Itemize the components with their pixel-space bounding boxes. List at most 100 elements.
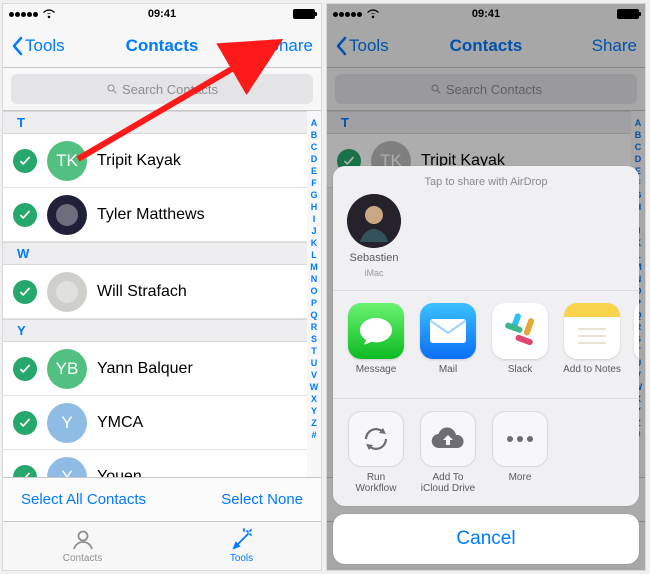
action-label: Run Workflow <box>356 472 397 494</box>
tab-label: Tools <box>230 553 253 564</box>
status-time: 09:41 <box>148 8 176 20</box>
index-letter[interactable]: H <box>311 201 318 213</box>
airdrop-target[interactable]: Sebastien iMac <box>347 194 401 278</box>
section-header-y: Y <box>3 319 307 342</box>
slack-icon <box>492 303 548 359</box>
avatar: Y <box>47 403 87 443</box>
index-letter[interactable]: C <box>311 141 318 153</box>
contact-name: Tripit Kayak <box>97 152 297 170</box>
cloud-upload-icon <box>420 411 476 467</box>
contact-name: Tyler Matthews <box>97 206 297 224</box>
check-icon[interactable] <box>13 280 37 304</box>
index-letter[interactable]: V <box>311 369 317 381</box>
index-letter[interactable]: K <box>311 237 318 249</box>
contact-row[interactable]: Tyler Matthews <box>3 188 307 242</box>
contact-name: YMCA <box>97 414 297 432</box>
index-letter[interactable]: U <box>311 357 318 369</box>
app-label: Add to Notes <box>563 364 621 375</box>
index-letter[interactable]: J <box>311 225 316 237</box>
status-bar: 09:41 <box>3 4 321 24</box>
section-header-t: T <box>3 111 307 134</box>
index-letter[interactable]: Z <box>311 417 317 429</box>
index-letter[interactable]: M <box>310 261 318 273</box>
more-icon <box>492 411 548 467</box>
index-letter[interactable]: F <box>311 177 317 189</box>
airdrop-device: iMac <box>364 268 383 278</box>
action-run-workflow[interactable]: Run Workflow <box>345 411 407 494</box>
action-icloud-drive[interactable]: Add To iCloud Drive <box>417 411 479 494</box>
index-letter[interactable]: G <box>310 189 317 201</box>
index-letter[interactable]: S <box>311 333 317 345</box>
index-letter[interactable]: R <box>311 321 318 333</box>
tab-tools[interactable]: Tools <box>162 522 321 570</box>
avatar: Y <box>47 457 87 478</box>
avatar <box>47 195 87 235</box>
index-letter[interactable]: Q <box>310 309 317 321</box>
share-app-message[interactable]: Message <box>345 303 407 386</box>
share-app-mail[interactable]: Mail <box>417 303 479 386</box>
index-letter[interactable]: B <box>311 129 318 141</box>
index-letter[interactable]: # <box>311 429 316 441</box>
share-app-slack[interactable]: Slack <box>489 303 551 386</box>
avatar <box>47 272 87 312</box>
check-icon[interactable] <box>13 357 37 381</box>
search-icon <box>106 83 118 95</box>
check-icon[interactable] <box>13 203 37 227</box>
index-letter[interactable]: O <box>310 285 317 297</box>
contacts-list[interactable]: T TK Tripit Kayak Tyler Matthews W Will … <box>3 111 307 477</box>
select-all-button[interactable]: Select All Contacts <box>21 491 146 508</box>
check-icon[interactable] <box>13 411 37 435</box>
action-more[interactable]: More <box>489 411 551 494</box>
index-letter[interactable]: L <box>311 249 317 261</box>
check-icon[interactable] <box>13 149 37 173</box>
search-container: Search Contacts <box>3 68 321 111</box>
section-header-w: W <box>3 242 307 265</box>
index-letter[interactable]: W <box>310 381 319 393</box>
share-label: Share <box>268 36 313 56</box>
contact-row[interactable]: YB Yann Balquer <box>3 342 307 396</box>
share-button[interactable]: Share <box>268 36 313 56</box>
index-letter[interactable]: D <box>311 153 318 165</box>
share-app-inbox-partial[interactable]: InD <box>633 303 639 386</box>
cancel-button[interactable]: Cancel <box>333 514 639 564</box>
contacts-icon <box>70 528 96 552</box>
contact-row[interactable]: Y YMCA <box>3 396 307 450</box>
contact-row[interactable]: Y Youen <box>3 450 307 477</box>
contact-row[interactable]: Will Strafach <box>3 265 307 319</box>
share-app-notes[interactable]: Add to Notes <box>561 303 623 386</box>
share-apps-row[interactable]: Message Mail <box>333 290 639 398</box>
back-label: Tools <box>25 36 65 56</box>
app-label: Message <box>356 364 397 375</box>
nav-title: Contacts <box>126 36 199 56</box>
airdrop-name: Sebastien <box>350 252 399 264</box>
message-icon <box>348 303 404 359</box>
index-letter[interactable]: T <box>311 345 317 357</box>
refresh-icon <box>348 411 404 467</box>
airdrop-title: Tap to share with AirDrop <box>333 166 639 194</box>
tab-contacts[interactable]: Contacts <box>3 522 162 570</box>
nav-bar: Tools Contacts Share <box>3 24 321 68</box>
tab-bar: Contacts Tools <box>3 521 321 570</box>
right-screenshot: 09:41 Tools Contacts Share Search Contac… <box>326 3 646 571</box>
index-letter[interactable]: Y <box>311 405 317 417</box>
wifi-icon <box>42 9 56 19</box>
index-letter[interactable]: A <box>311 117 318 129</box>
index-letter[interactable]: X <box>311 393 317 405</box>
app-label: Mail <box>439 364 457 375</box>
index-letter[interactable]: N <box>311 273 318 285</box>
mail-icon <box>420 303 476 359</box>
index-letter[interactable]: P <box>311 297 317 309</box>
index-letter[interactable]: E <box>311 165 317 177</box>
alpha-index[interactable]: ABCDEFGHIJKLMNOPQRSTUVWXYZ# <box>307 111 321 477</box>
search-input[interactable]: Search Contacts <box>11 74 313 104</box>
contact-row[interactable]: TK Tripit Kayak <box>3 134 307 188</box>
index-letter[interactable]: I <box>313 213 316 225</box>
back-button[interactable]: Tools <box>11 36 65 56</box>
select-bar: Select All Contacts Select None <box>3 477 321 521</box>
search-placeholder: Search Contacts <box>122 82 218 97</box>
share-actions-row[interactable]: Run Workflow Add To iCloud Drive More <box>333 398 639 506</box>
select-none-button[interactable]: Select None <box>221 491 303 508</box>
check-icon[interactable] <box>13 465 37 478</box>
app-label: Slack <box>508 364 532 375</box>
signal-strength-icon <box>9 12 38 17</box>
